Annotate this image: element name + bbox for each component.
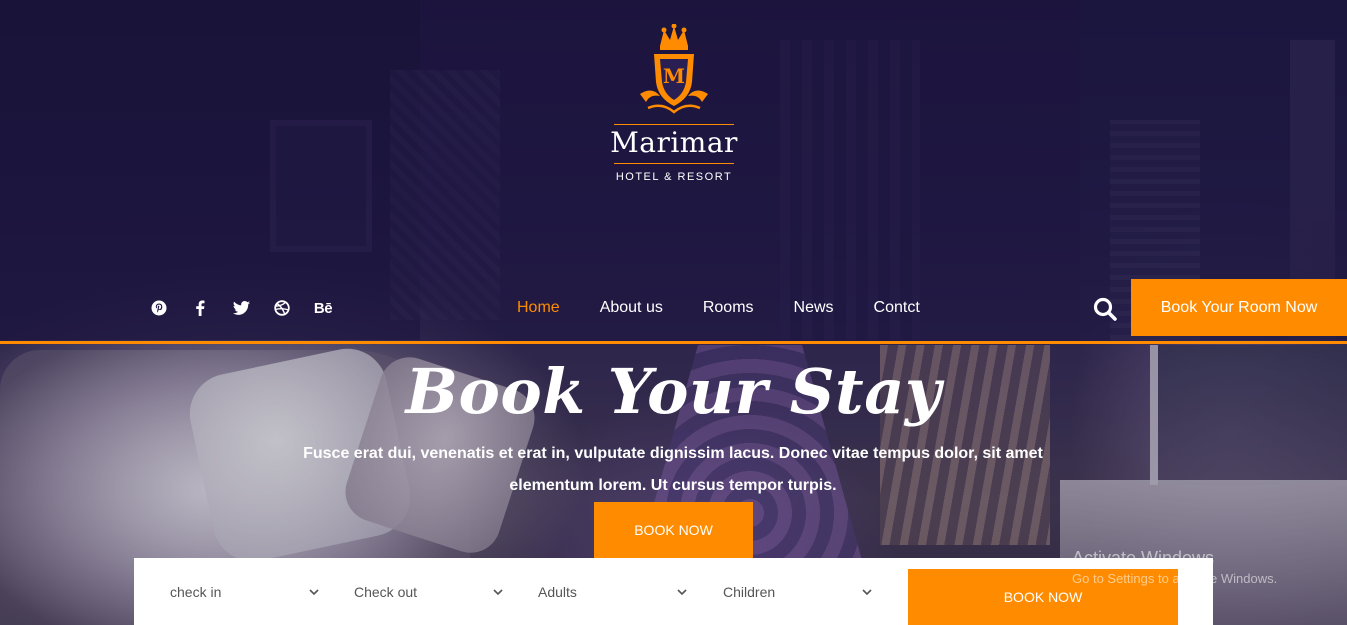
booking-form: check in Check out Adults Children BOOK … (134, 558, 1213, 625)
check-out-select[interactable]: Check out (354, 558, 504, 625)
dribbble-icon[interactable] (271, 297, 293, 319)
logo-rule (614, 163, 734, 164)
booking-submit-button[interactable]: BOOK NOW (908, 569, 1178, 625)
check-out-label: Check out (354, 583, 418, 600)
main-nav: Home About us Rooms News Contct (517, 296, 960, 320)
chevron-down-icon (862, 588, 872, 595)
nav-item-home[interactable]: Home (517, 299, 560, 317)
nav-item-contact[interactable]: Contct (874, 299, 920, 317)
pinterest-icon[interactable] (148, 297, 170, 319)
brand-tagline: HOTEL & RESORT (615, 171, 733, 183)
check-in-select[interactable]: check in (170, 558, 320, 625)
chevron-down-icon (309, 588, 319, 595)
nav-item-about-us[interactable]: About us (600, 299, 663, 317)
check-in-label: check in (170, 583, 222, 600)
behance-icon[interactable]: Bē (312, 297, 334, 319)
search-icon[interactable] (1092, 296, 1118, 322)
hero-title: Book Your Stay (405, 355, 942, 428)
header-divider (0, 341, 1347, 344)
chevron-down-icon (493, 588, 503, 595)
brand-name: Marimar (610, 126, 738, 159)
chevron-down-icon (677, 588, 687, 595)
children-label: Children (723, 583, 776, 600)
hero-book-now-button[interactable]: BOOK NOW (594, 502, 753, 558)
adults-select[interactable]: Adults (538, 558, 688, 625)
nav-item-news[interactable]: News (794, 299, 834, 317)
facebook-icon[interactable] (189, 297, 211, 319)
twitter-icon[interactable] (230, 297, 252, 319)
logo-letter: M (662, 64, 686, 88)
nav-item-rooms[interactable]: Rooms (703, 299, 754, 317)
adults-label: Adults (538, 583, 577, 600)
site-logo[interactable]: M Marimar HOTEL & RESORT (604, 24, 744, 194)
social-links: Bē (148, 296, 353, 320)
logo-rule (614, 124, 734, 125)
hero-description: Fusce erat dui, venenatis et erat in, vu… (303, 445, 1043, 494)
children-select[interactable]: Children (723, 558, 873, 625)
book-room-button[interactable]: Book Your Room Now (1131, 279, 1347, 336)
